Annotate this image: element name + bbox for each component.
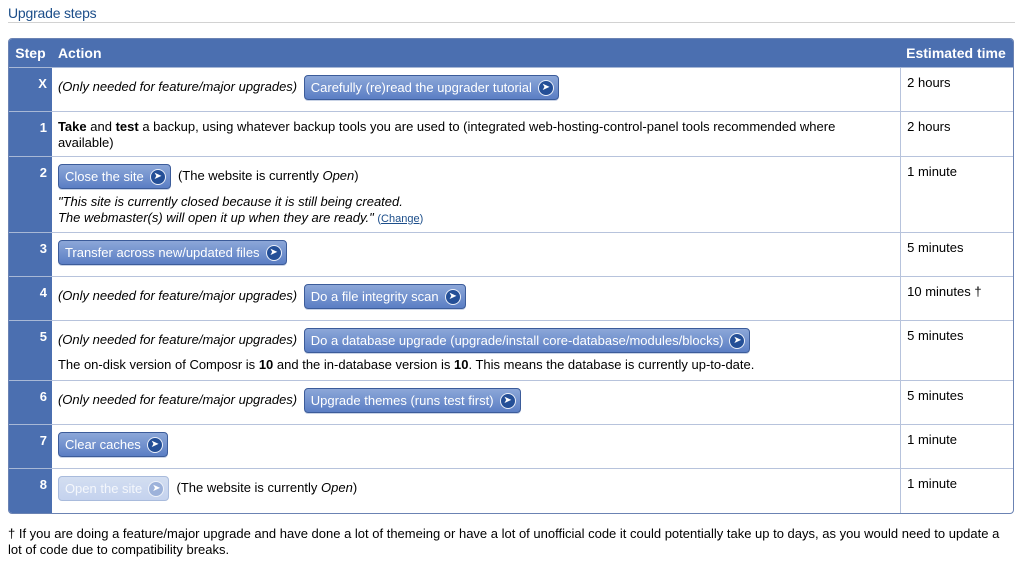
transfer-files-button[interactable]: Transfer across new/updated files ➤ bbox=[57, 240, 287, 265]
change-link-close: ) bbox=[419, 213, 424, 225]
step-row-x: X (Only needed for feature/major upgrade… bbox=[9, 68, 1013, 112]
step-action: Transfer across new/updated files ➤ bbox=[51, 233, 901, 277]
button-label: Transfer across new/updated files bbox=[64, 245, 260, 260]
step-action: Close the site ➤ (The website is currentl… bbox=[51, 157, 901, 233]
step-number: 4 bbox=[9, 277, 52, 321]
site-status-value: Open bbox=[321, 479, 353, 495]
table-header-row: Step Action Estimated time bbox=[9, 39, 1013, 68]
step-action: (Only needed for feature/major upgrades)… bbox=[51, 381, 901, 425]
button-label: Do a file integrity scan bbox=[310, 289, 439, 304]
step-number: 2 bbox=[9, 157, 52, 233]
header-step: Step bbox=[9, 39, 52, 68]
step-number: 3 bbox=[9, 233, 52, 277]
db-version: 10 bbox=[453, 357, 469, 372]
button-label: Carefully (re)read the upgrader tutorial bbox=[310, 80, 532, 95]
step-row-3: 3 Transfer across new/updated files ➤ 5 m… bbox=[9, 233, 1013, 277]
step-row-2: 2 Close the site ➤ (The website is curren… bbox=[9, 157, 1013, 233]
estimated-time: 1 minute bbox=[900, 469, 1013, 513]
estimated-time: 5 minutes bbox=[900, 381, 1013, 425]
estimated-time: 2 hours bbox=[900, 112, 1013, 157]
file-integrity-scan-button[interactable]: Do a file integrity scan ➤ bbox=[303, 284, 466, 309]
closed-message-line-1: "This site is currently closed because i… bbox=[57, 194, 403, 209]
step-row-6: 6 (Only needed for feature/major upgrade… bbox=[9, 381, 1013, 425]
step-number: 1 bbox=[9, 112, 52, 157]
step-action: (Only needed for feature/major upgrades)… bbox=[51, 321, 901, 381]
button-label: Upgrade themes (runs test first) bbox=[310, 393, 494, 408]
estimated-time: 1 minute bbox=[900, 425, 1013, 469]
database-upgrade-button[interactable]: Do a database upgrade (upgrade/install c… bbox=[303, 328, 751, 353]
optional-note: (Only needed for feature/major upgrades) bbox=[57, 287, 298, 303]
chevron-right-icon: ➤ bbox=[729, 332, 746, 349]
chevron-right-icon: ➤ bbox=[444, 288, 461, 305]
estimated-time: 10 minutes † bbox=[900, 277, 1013, 321]
button-label: Open the site bbox=[64, 481, 143, 496]
step-number: 7 bbox=[9, 425, 52, 469]
step-number: 6 bbox=[9, 381, 52, 425]
footnote: † If you are doing a feature/major upgra… bbox=[8, 526, 1016, 558]
step-row-7: 7 Clear caches ➤ 1 minute bbox=[9, 425, 1013, 469]
header-action: Action bbox=[51, 39, 901, 68]
chevron-right-icon: ➤ bbox=[537, 79, 554, 96]
estimated-time: 5 minutes bbox=[900, 321, 1013, 381]
test-word: test bbox=[115, 119, 139, 134]
page-heading: Upgrade steps bbox=[8, 5, 97, 21]
estimated-time: 1 minute bbox=[900, 157, 1013, 233]
chevron-right-icon: ➤ bbox=[149, 168, 166, 185]
chevron-right-icon: ➤ bbox=[499, 392, 516, 409]
estimated-time: 5 minutes bbox=[900, 233, 1013, 277]
step-row-8: 8 Open the site ➤ (The website is current… bbox=[9, 469, 1013, 513]
site-status-value: Open bbox=[322, 167, 355, 183]
step-action: (Only needed for feature/major upgrades)… bbox=[51, 68, 901, 112]
step-action: Clear caches ➤ bbox=[51, 425, 901, 469]
chevron-right-icon: ➤ bbox=[146, 436, 163, 453]
optional-note: (Only needed for feature/major upgrades) bbox=[57, 78, 298, 94]
step-row-5: 5 (Only needed for feature/major upgrade… bbox=[9, 321, 1013, 381]
button-label: Close the site bbox=[64, 169, 144, 184]
button-label: Do a database upgrade (upgrade/install c… bbox=[310, 333, 724, 348]
step-number: X bbox=[9, 68, 52, 112]
step-row-1: 1 Take and test a backup, using whatever… bbox=[9, 112, 1013, 157]
disk-version: 10 bbox=[258, 357, 274, 372]
closed-message-line-2: The webmaster(s) will open it up when th… bbox=[57, 210, 374, 225]
estimated-time: 2 hours bbox=[900, 68, 1013, 112]
chevron-right-icon: ➤ bbox=[265, 244, 282, 261]
step-action: (Only needed for feature/major upgrades)… bbox=[51, 277, 901, 321]
version-text-1: The on-disk version of Composr is bbox=[57, 357, 256, 372]
step-row-4: 4 (Only needed for feature/major upgrade… bbox=[9, 277, 1013, 321]
heading-divider bbox=[8, 22, 1015, 23]
step-action: Open the site ➤ (The website is currently… bbox=[52, 469, 900, 513]
upgrade-steps-table: Step Action Estimated time X (Only neede… bbox=[8, 38, 1014, 514]
step-number: 8 bbox=[9, 469, 52, 513]
read-tutorial-button[interactable]: Carefully (re)read the upgrader tutorial… bbox=[303, 75, 559, 100]
version-text-2: and the in-database version is bbox=[276, 357, 451, 372]
close-site-button[interactable]: Close the site ➤ bbox=[57, 164, 171, 189]
header-estimated-time: Estimated time bbox=[900, 39, 1013, 68]
optional-note: (Only needed for feature/major upgrades) bbox=[57, 331, 298, 347]
site-status-suffix: ) bbox=[352, 479, 358, 495]
step-action: Take and test a backup, using whatever b… bbox=[51, 112, 901, 157]
change-message-link[interactable]: Change bbox=[381, 213, 420, 225]
button-label: Clear caches bbox=[64, 437, 141, 452]
closed-message: "This site is currently closed because i… bbox=[58, 194, 894, 227]
backup-instructions: a backup, using whatever backup tools yo… bbox=[57, 119, 836, 150]
take-word: Take bbox=[57, 119, 87, 134]
open-site-button: Open the site ➤ bbox=[57, 476, 170, 501]
site-status-prefix: (The website is currently bbox=[176, 479, 318, 495]
chevron-right-icon: ➤ bbox=[148, 480, 165, 497]
step-number: 5 bbox=[9, 321, 52, 381]
version-text-3: . This means the database is currently u… bbox=[468, 357, 755, 372]
and-word: and bbox=[90, 119, 112, 134]
optional-note: (Only needed for feature/major upgrades) bbox=[57, 391, 298, 407]
site-status-suffix: ) bbox=[354, 167, 359, 183]
site-status-prefix: (The website is currently bbox=[177, 167, 319, 183]
clear-caches-button[interactable]: Clear caches ➤ bbox=[57, 432, 168, 457]
upgrade-themes-button[interactable]: Upgrade themes (runs test first) ➤ bbox=[303, 388, 521, 413]
version-info: The on-disk version of Composr is 10 and… bbox=[58, 357, 894, 372]
footnote-text: † If you are doing a feature/major upgra… bbox=[8, 526, 1000, 557]
